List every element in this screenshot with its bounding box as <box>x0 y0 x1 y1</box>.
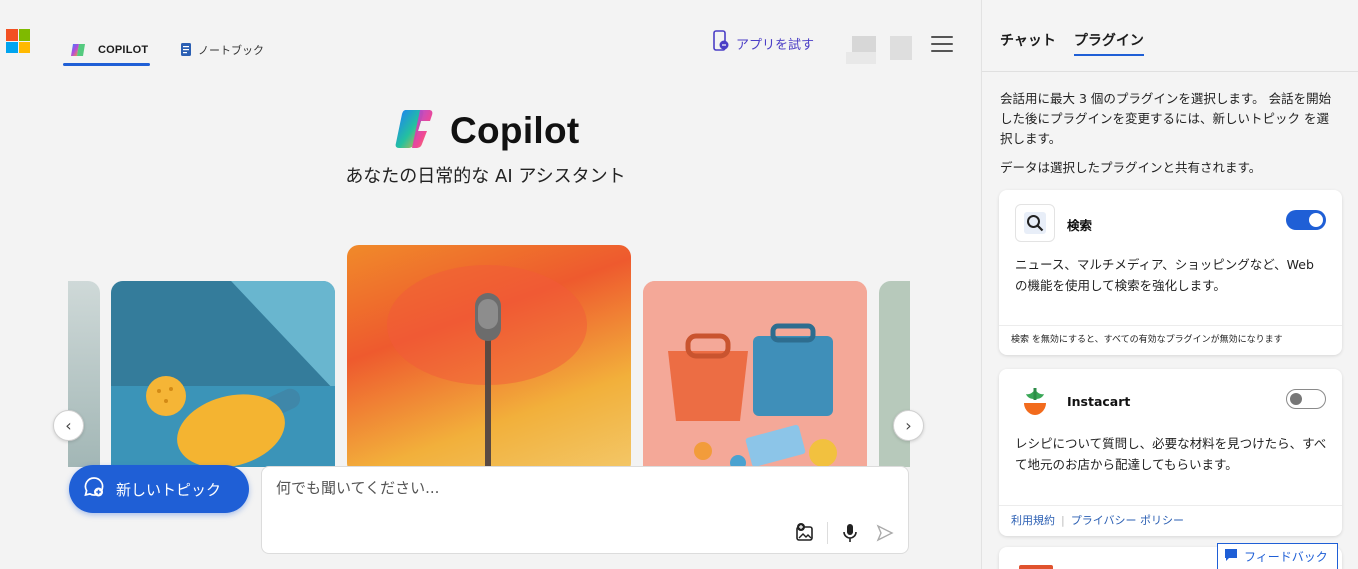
privacy-link[interactable]: プライバシー ポリシー <box>1071 506 1184 536</box>
carousel-card-pickleball[interactable] <box>111 281 335 467</box>
feedback-label: フィードバック <box>1244 550 1328 564</box>
carousel-next-button[interactable]: › <box>893 410 924 441</box>
plugin-footer-note: 検索 を無効にすると、すべての有効なプラグインが無効になります <box>999 325 1342 355</box>
tab-notebook[interactable]: ノートブック <box>180 36 264 66</box>
search-toggle[interactable] <box>1286 210 1326 230</box>
prompt-carousel <box>68 245 910 467</box>
chat-input[interactable] <box>276 479 876 497</box>
tab-copilot[interactable]: COPILOT <box>63 36 150 66</box>
share-note: データは選択したプラグインと共有されます。 <box>1000 160 1262 175</box>
plugin-card-search: 検索 ニュース、マルチメディア、ショッピングなど、Web の機能を使用して検索を… <box>999 190 1342 355</box>
carrot-icon <box>1015 383 1055 421</box>
panel-tabs: チャット プラグイン <box>1000 30 1144 56</box>
feedback-icon <box>1224 548 1238 565</box>
tagline: あなたの日常的な AI アシスタント <box>0 162 981 188</box>
notebook-icon <box>180 42 192 60</box>
plugins-description: 会話用に最大 3 個のプラグインを選択します。 会話を開始した後にプラグインを変… <box>1000 91 1332 146</box>
composer-divider <box>827 522 828 544</box>
copilot-icon <box>70 42 86 61</box>
copilot-brand: Copilot <box>394 108 580 154</box>
plugin-description: ニュース、マルチメディア、ショッピングなど、Web の機能を使用して検索を強化し… <box>1015 257 1314 293</box>
plugin-icon-partial <box>1019 565 1053 569</box>
instacart-toggle[interactable] <box>1286 389 1326 409</box>
chevron-left-icon: ‹ <box>65 416 72 435</box>
plugins-panel: チャット プラグイン 会話用に最大 3 個のプラグインを選択します。 会話を開始… <box>981 0 1358 569</box>
panel-divider <box>982 71 1358 72</box>
plugin-description: レシピについて質問し、必要な材料を見つけたら、すべて地元のお店から配達してもらい… <box>1015 436 1327 472</box>
microphone-icon[interactable] <box>839 522 861 544</box>
tab-notebook-label: ノートブック <box>198 44 264 57</box>
plugin-name: 検索 <box>1067 218 1093 233</box>
new-chat-icon <box>82 475 106 503</box>
carousel-card-microphone[interactable] <box>347 245 631 467</box>
account-name <box>846 52 876 64</box>
send-icon[interactable] <box>874 522 896 544</box>
carousel-prev-button[interactable]: ‹ <box>53 410 84 441</box>
new-topic-label: 新しいトピック <box>116 480 222 499</box>
link-separator: | <box>1061 514 1065 527</box>
new-topic-button[interactable]: 新しいトピック <box>69 465 249 513</box>
try-app-link[interactable]: アプリを試す <box>712 30 814 56</box>
tab-plugins[interactable]: プラグイン <box>1073 30 1144 56</box>
tab-copilot-label: COPILOT <box>98 44 149 56</box>
main-area: COPILOT ノートブック アプリを試す Copilot あなたの日常的な A… <box>0 0 981 569</box>
add-image-icon[interactable] <box>794 522 816 544</box>
search-icon <box>1015 204 1055 242</box>
rewards-badge[interactable] <box>890 36 912 60</box>
menu-icon[interactable] <box>931 36 953 52</box>
try-app-label: アプリを試す <box>736 37 815 53</box>
account-avatar[interactable] <box>852 36 876 52</box>
plugin-card-instacart: Instacart レシピについて質問し、必要な材料を見つけたら、すべて地元のお… <box>999 369 1342 536</box>
chat-composer <box>261 466 909 554</box>
brand-name: Copilot <box>450 110 580 151</box>
carousel-card-bags[interactable] <box>643 281 867 467</box>
plugin-links: 利用規約 | プライバシー ポリシー <box>999 505 1342 536</box>
chevron-right-icon: › <box>905 416 912 435</box>
microsoft-logo[interactable] <box>6 29 30 53</box>
feedback-button[interactable]: フィードバック <box>1217 543 1338 569</box>
terms-link[interactable]: 利用規約 <box>1011 506 1055 536</box>
tab-chat[interactable]: チャット <box>1000 30 1056 50</box>
plugin-name: Instacart <box>1067 394 1131 409</box>
tagline-text: あなたの日常的な AI アシスタント <box>345 166 626 187</box>
copilot-logo-icon <box>394 108 440 154</box>
phone-icon <box>712 30 730 56</box>
